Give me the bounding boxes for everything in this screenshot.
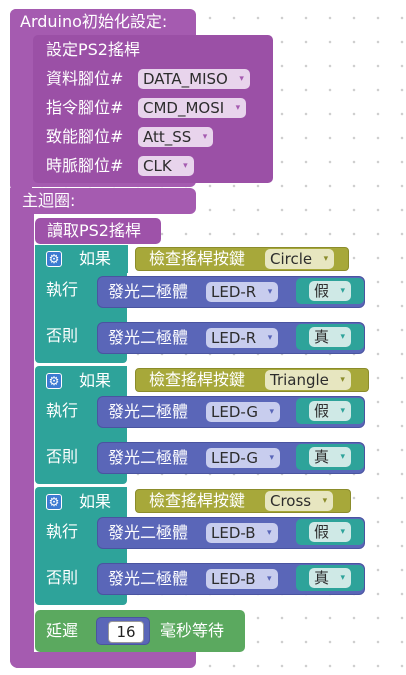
- read-ps2-label: 讀取PS2搖桿: [47, 221, 141, 240]
- button-dropdown-3[interactable]: Cross ▾: [265, 491, 334, 511]
- ps2-config-title: 設定PS2搖桿: [46, 40, 140, 59]
- led-dropdown-3-do[interactable]: LED-B ▾: [206, 523, 278, 543]
- delay-value-input[interactable]: 16: [108, 621, 144, 643]
- chevron-down-icon: ▾: [269, 453, 274, 463]
- gear-icon[interactable]: ⚙: [46, 373, 62, 389]
- setup-header: Arduino初始化設定:: [20, 12, 168, 31]
- chevron-down-icon: ▾: [269, 407, 274, 417]
- chevron-down-icon: ▾: [267, 287, 273, 297]
- led-dropdown-3-else[interactable]: LED-B ▾: [206, 569, 278, 589]
- bool-dropdown-3-do[interactable]: 假 ▾: [309, 522, 352, 542]
- led-label: 發光二極體: [108, 282, 189, 301]
- do-label: 執行: [46, 522, 79, 541]
- data-pin-label: 資料腳位#: [46, 69, 124, 88]
- data-pin-dropdown[interactable]: DATA_MISO ▾: [138, 69, 250, 89]
- chevron-down-icon: ▾: [267, 528, 272, 538]
- chevron-down-icon: ▾: [183, 161, 188, 171]
- bool-dropdown-2-do[interactable]: 假 ▾: [309, 401, 352, 421]
- else-label: 否則: [46, 568, 79, 587]
- led-dropdown-1-do[interactable]: LED-R ▾: [206, 282, 279, 302]
- chevron-down-icon: ▾: [340, 573, 346, 583]
- gear-icon[interactable]: ⚙: [46, 494, 62, 510]
- cmd-pin-dropdown[interactable]: CMD_MOSI ▾: [138, 98, 247, 118]
- if-label: 如果: [79, 492, 112, 511]
- bool-dropdown-1-else[interactable]: 真 ▾: [309, 327, 352, 347]
- chevron-down-icon: ▾: [267, 574, 272, 584]
- clk-pin-label: 時脈腳位#: [46, 156, 124, 175]
- chevron-down-icon: ▾: [340, 332, 346, 342]
- led-label: 發光二極體: [108, 448, 189, 467]
- led-label: 發光二極體: [108, 569, 189, 588]
- led-label: 發光二極體: [108, 523, 189, 542]
- led-dropdown-2-else[interactable]: LED-G ▾: [206, 448, 280, 468]
- gear-icon[interactable]: ⚙: [46, 251, 62, 267]
- else-label: 否則: [46, 447, 79, 466]
- chevron-down-icon: ▾: [322, 496, 328, 506]
- led-label: 發光二極體: [108, 402, 189, 421]
- chevron-down-icon: ▾: [202, 132, 208, 142]
- bool-dropdown-2-else[interactable]: 真 ▾: [309, 447, 352, 467]
- else-label: 否則: [46, 326, 79, 345]
- chevron-down-icon: ▾: [340, 527, 346, 537]
- chevron-down-icon: ▾: [323, 254, 329, 264]
- if-label: 如果: [79, 249, 112, 268]
- delay-label: 延遲: [46, 621, 79, 640]
- if-label: 如果: [79, 371, 112, 390]
- chevron-down-icon: ▾: [340, 452, 346, 462]
- att-pin-dropdown[interactable]: Att_SS ▾: [138, 127, 214, 147]
- button-dropdown-2[interactable]: Triangle ▾: [265, 370, 351, 390]
- check-button-label: 檢查搖桿按鍵: [149, 249, 246, 268]
- button-dropdown-1[interactable]: Circle ▾: [265, 249, 335, 269]
- chevron-down-icon: ▾: [340, 286, 346, 296]
- do-label: 執行: [46, 280, 79, 299]
- chevron-down-icon: ▾: [340, 375, 345, 385]
- check-button-label: 檢查搖桿按鍵: [149, 370, 246, 389]
- led-dropdown-1-else[interactable]: LED-R ▾: [206, 328, 279, 348]
- chevron-down-icon: ▾: [235, 103, 241, 113]
- chevron-down-icon: ▾: [267, 333, 273, 343]
- bool-dropdown-1-do[interactable]: 假 ▾: [309, 281, 352, 301]
- bool-dropdown-3-else[interactable]: 真 ▾: [309, 568, 352, 588]
- clk-pin-dropdown[interactable]: CLK ▾: [138, 156, 194, 176]
- chevron-down-icon: ▾: [340, 406, 346, 416]
- loop-header: 主迴圈:: [22, 191, 76, 210]
- led-label: 發光二極體: [108, 328, 189, 347]
- delay-unit-label: 毫秒等待: [160, 621, 225, 640]
- check-button-label: 檢查搖桿按鍵: [149, 491, 246, 510]
- led-dropdown-2-do[interactable]: LED-G ▾: [206, 402, 280, 422]
- chevron-down-icon: ▾: [239, 74, 244, 84]
- do-label: 執行: [46, 401, 79, 420]
- att-pin-label: 致能腳位#: [46, 127, 124, 146]
- cmd-pin-label: 指令腳位#: [46, 98, 124, 117]
